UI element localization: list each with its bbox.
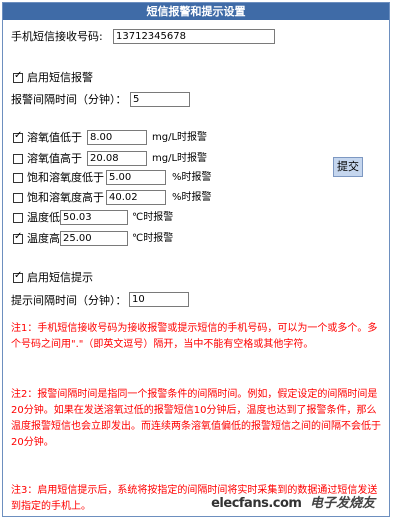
condition-value-input[interactable]: 50.03 [60, 210, 128, 225]
condition-suffix: mg/L时报警 [152, 132, 208, 143]
submit-button[interactable]: 提交 [333, 157, 363, 177]
phone-label: 手机短信接收号码: [11, 30, 103, 43]
condition-value-input[interactable]: 40.02 [106, 190, 166, 205]
condition-suffix: mg/L时报警 [152, 153, 208, 164]
condition-value-input[interactable]: 25.00 [60, 231, 128, 246]
condition-checkbox[interactable] [13, 154, 23, 164]
prompt-interval-label: 提示间隔时间（分钟）： [11, 294, 127, 307]
panel-title: 短信报警和提示设置 [3, 3, 389, 20]
watermark-cn: 电子发烧友 [309, 496, 375, 511]
condition-value-input[interactable]: 20.08 [87, 151, 147, 166]
prompt-interval-input[interactable]: 10 [129, 292, 189, 307]
note-2: 注2：报警间隔时间是指同一个报警条件的间隔时间。例如，假定设定的间隔时间是20分… [11, 389, 381, 448]
condition-label: 饱和溶氧度低于 [27, 171, 104, 184]
phone-input[interactable]: 13712345678 [113, 29, 275, 44]
note-1: 注1：手机短信接收号码为接收报警或提示短信的手机号码，可以为一个或多个。多个号码… [11, 323, 378, 350]
condition-checkbox[interactable] [13, 231, 23, 244]
sms-prompt-label: 启用短信提示 [27, 271, 93, 284]
condition-label: 饱和溶氧度高于 [27, 191, 104, 204]
condition-suffix: %时报警 [172, 192, 212, 203]
condition-checkbox[interactable] [13, 213, 23, 223]
condition-value-input[interactable]: 5.00 [106, 170, 166, 185]
watermark-logo: elecfans.com [211, 496, 302, 511]
settings-panel: 短信报警和提示设置 手机短信接收号码: 13712345678 启用短信报警 报… [2, 2, 390, 517]
sms-alarm-label: 启用短信报警 [27, 71, 93, 84]
sms-alarm-checkbox[interactable] [13, 70, 23, 83]
condition-checkbox[interactable] [13, 130, 23, 143]
condition-checkbox[interactable] [13, 193, 23, 203]
condition-checkbox[interactable] [13, 173, 23, 183]
condition-suffix: ℃时报警 [132, 212, 174, 223]
condition-label: 溶氧值低于 [27, 131, 82, 144]
sms-prompt-checkbox[interactable] [13, 270, 23, 283]
condition-suffix: %时报警 [172, 172, 212, 183]
watermark: elecfans.com 电子发烧友 [211, 492, 375, 514]
alarm-interval-input[interactable]: 5 [130, 92, 190, 107]
condition-value-input[interactable]: 8.00 [87, 130, 147, 145]
condition-label: 溶氧值高于 [27, 152, 82, 165]
condition-suffix: ℃时报警 [132, 233, 174, 244]
alarm-interval-label: 报警间隔时间（分钟）： [11, 93, 127, 106]
